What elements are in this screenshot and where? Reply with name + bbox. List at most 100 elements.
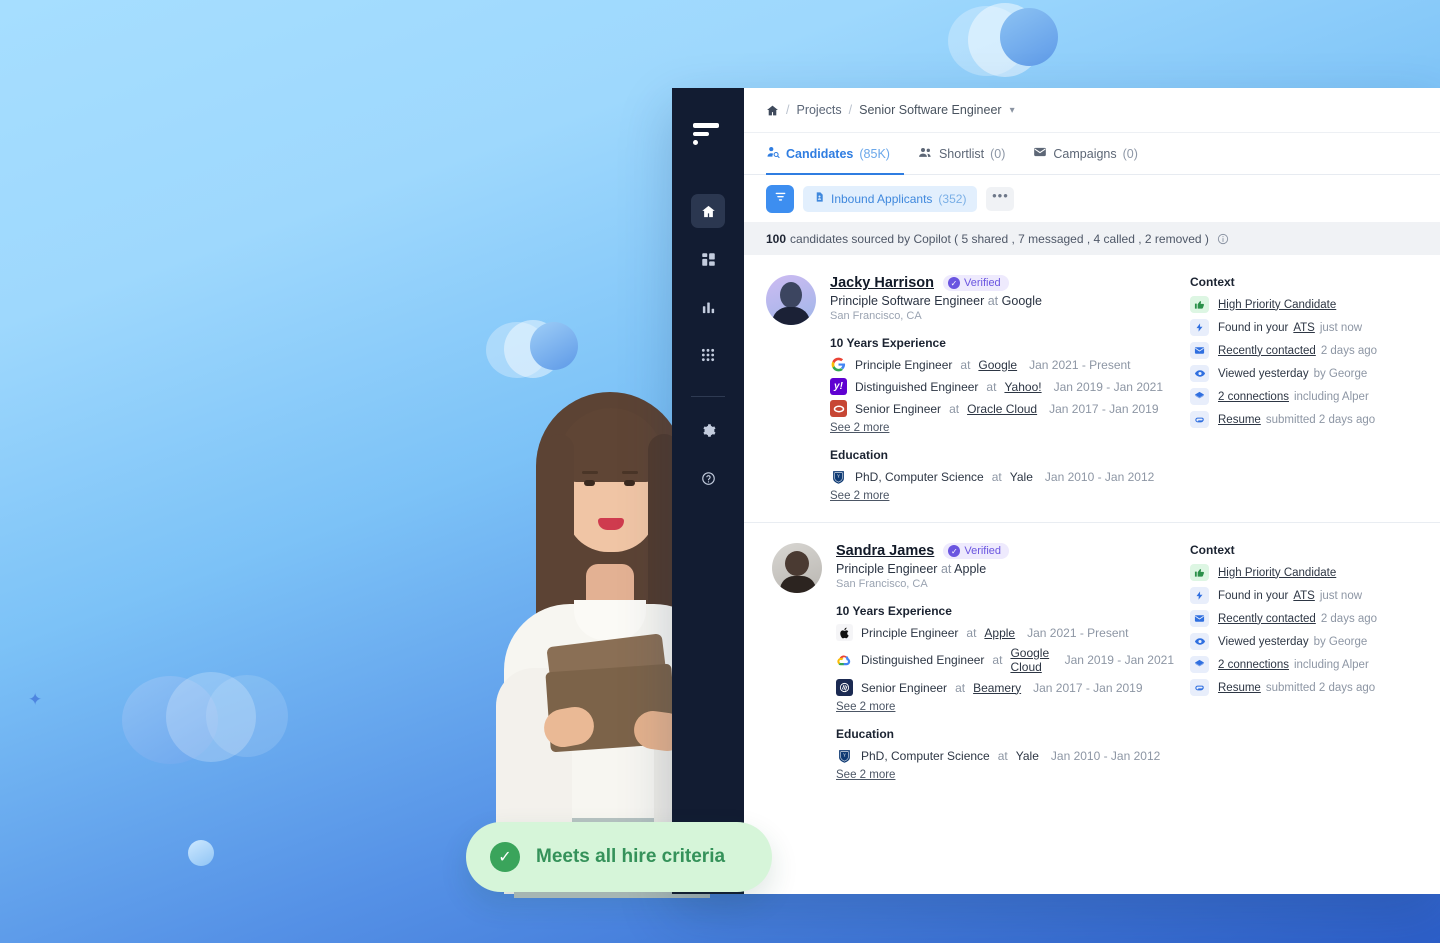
experience-item: y! Distinguished Engineer at Yahoo! Jan … xyxy=(830,378,1174,395)
context-item-resume: Resume submitted 2 days ago xyxy=(1190,679,1418,696)
apple-logo-icon xyxy=(836,624,853,641)
breadcrumb: / Projects / Senior Software Engineer ▾ xyxy=(744,88,1440,133)
context-item-high-priority: High Priority Candidate xyxy=(1190,296,1418,313)
see-more-education-link[interactable]: See 2 more xyxy=(836,769,1174,781)
sidebar-item-help[interactable] xyxy=(691,461,725,495)
more-options-button[interactable]: ••• xyxy=(986,186,1015,211)
see-more-experience-link[interactable]: See 2 more xyxy=(836,701,1174,713)
experience-dates: Jan 2019 - Jan 2021 xyxy=(1053,379,1164,394)
candidate-card[interactable]: Jacky Harrison ✓ Verified Principle Soft… xyxy=(744,255,1440,523)
context-label[interactable]: ATS xyxy=(1293,590,1315,602)
filter-chip-inbound-applicants[interactable]: Inbound Applicants (352) xyxy=(803,185,978,212)
context-label[interactable]: Recently contacted xyxy=(1218,613,1316,625)
see-more-experience-link[interactable]: See 2 more xyxy=(830,422,1174,434)
tab-count: (85K) xyxy=(859,146,890,161)
main-content: / Projects / Senior Software Engineer ▾ … xyxy=(744,88,1440,894)
sidebar-item-settings[interactable] xyxy=(691,413,725,447)
envelope-icon xyxy=(1190,610,1209,627)
experience-company[interactable]: Beamery xyxy=(973,681,1021,695)
context-label-prefix: Found in your xyxy=(1218,589,1289,602)
context-label[interactable]: 2 connections xyxy=(1218,659,1289,671)
sidebar-item-apps[interactable] xyxy=(691,338,725,372)
candidate-headline: Principle Engineer at Apple xyxy=(836,562,1174,576)
app-window: / Projects / Senior Software Engineer ▾ … xyxy=(672,88,1440,894)
tab-candidates[interactable]: Candidates (85K) xyxy=(766,134,904,175)
paperclip-icon xyxy=(1190,679,1209,696)
context-sub: 2 days ago xyxy=(1320,344,1378,357)
home-icon[interactable] xyxy=(766,104,779,117)
context-label[interactable]: Recently contacted xyxy=(1218,345,1316,357)
info-icon[interactable] xyxy=(1217,233,1229,245)
sidebar-item-analytics[interactable] xyxy=(691,290,725,324)
headline-role: Principle Engineer xyxy=(836,562,938,576)
see-more-education-link[interactable]: See 2 more xyxy=(830,490,1174,502)
context-label[interactable]: 2 connections xyxy=(1218,391,1289,403)
paperclip-icon xyxy=(1190,411,1209,428)
check-icon: ✓ xyxy=(947,277,960,289)
education-item: Y PhD, Computer Science at Yale Jan 2010… xyxy=(830,468,1174,485)
decorative-circle xyxy=(504,320,562,378)
verified-label: Verified xyxy=(963,277,1001,289)
experience-company[interactable]: Apple xyxy=(984,626,1015,640)
decorative-circle xyxy=(166,672,256,762)
context-item-found-in-ats: Found in your ATS just now xyxy=(1190,587,1418,604)
svg-text:Y: Y xyxy=(843,752,846,757)
decorative-circle xyxy=(188,840,214,866)
education-degree: PhD, Computer Science xyxy=(855,469,984,484)
context-sub: just now xyxy=(1319,321,1363,334)
context-sub: including Alper xyxy=(1293,658,1369,671)
experience-role: Senior Engineer xyxy=(861,680,948,695)
sourced-text: candidates sourced by Copilot ( 5 shared… xyxy=(790,231,1209,246)
experience-at: at xyxy=(960,357,971,372)
experience-at: at xyxy=(955,680,966,695)
experience-role: Distinguished Engineer xyxy=(861,653,985,667)
status-badge-verified: ✓ Verified xyxy=(943,543,1010,559)
tab-campaigns[interactable]: Campaigns (0) xyxy=(1019,134,1152,175)
context-sub: by George xyxy=(1313,635,1368,648)
tab-shortlist[interactable]: Shortlist (0) xyxy=(904,134,1019,175)
experience-at: at xyxy=(992,653,1003,667)
sourced-summary-bar: 100 candidates sourced by Copilot ( 5 sh… xyxy=(744,222,1440,255)
education-at: at xyxy=(991,469,1002,484)
education-item: Y PhD, Computer Science at Yale Jan 2010… xyxy=(836,747,1174,764)
education-title: Education xyxy=(836,727,895,741)
experience-company[interactable]: Oracle Cloud xyxy=(967,402,1037,416)
experience-company[interactable]: Google Cloud xyxy=(1010,646,1052,674)
candidate-card[interactable]: Sandra James ✓ Verified Principle Engine… xyxy=(744,523,1440,801)
badge-label: Meets all hire criteria xyxy=(536,846,726,867)
thumbs-up-icon xyxy=(1190,296,1209,313)
decorative-circle xyxy=(968,3,1042,77)
eye-icon xyxy=(1190,633,1209,650)
candidate-name[interactable]: Jacky Harrison xyxy=(830,275,934,291)
context-column: Context High Priority Candidate Found in… xyxy=(1190,543,1418,781)
decorative-circle xyxy=(948,6,1026,76)
check-icon: ✓ xyxy=(948,545,961,557)
candidate-name[interactable]: Sandra James xyxy=(836,543,934,559)
shortlist-icon xyxy=(918,145,933,163)
experience-company[interactable]: Google xyxy=(978,358,1017,372)
sidebar xyxy=(672,88,744,894)
breadcrumb-projects[interactable]: Projects xyxy=(796,103,841,117)
context-label[interactable]: High Priority Candidate xyxy=(1218,567,1336,579)
context-label[interactable]: Resume xyxy=(1218,414,1261,426)
experience-item: Principle Engineer at Apple Jan 2021 - P… xyxy=(836,624,1174,641)
candidate-headline: Principle Software Engineer at Google xyxy=(830,294,1174,308)
decorative-circle xyxy=(530,322,578,370)
sidebar-item-home[interactable] xyxy=(691,194,725,228)
context-label[interactable]: ATS xyxy=(1293,322,1315,334)
filter-button[interactable] xyxy=(766,184,794,213)
context-item-recently-contacted: Recently contacted 2 days ago xyxy=(1190,610,1418,627)
beamery-logo-icon xyxy=(836,679,853,696)
bolt-icon xyxy=(1190,319,1209,336)
experience-role: Distinguished Engineer xyxy=(855,379,979,394)
context-item-recently-contacted: Recently contacted 2 days ago xyxy=(1190,342,1418,359)
breadcrumb-project-name[interactable]: Senior Software Engineer xyxy=(859,103,1001,117)
context-label[interactable]: High Priority Candidate xyxy=(1218,299,1336,311)
network-icon xyxy=(1190,656,1209,673)
chevron-down-icon[interactable]: ▾ xyxy=(1010,105,1015,116)
experience-company[interactable]: Yahoo! xyxy=(1004,380,1041,394)
context-label[interactable]: Resume xyxy=(1218,682,1261,694)
beamery-logo-icon[interactable] xyxy=(693,120,723,150)
context-sub: just now xyxy=(1319,589,1363,602)
sidebar-item-dashboard[interactable] xyxy=(691,242,725,276)
